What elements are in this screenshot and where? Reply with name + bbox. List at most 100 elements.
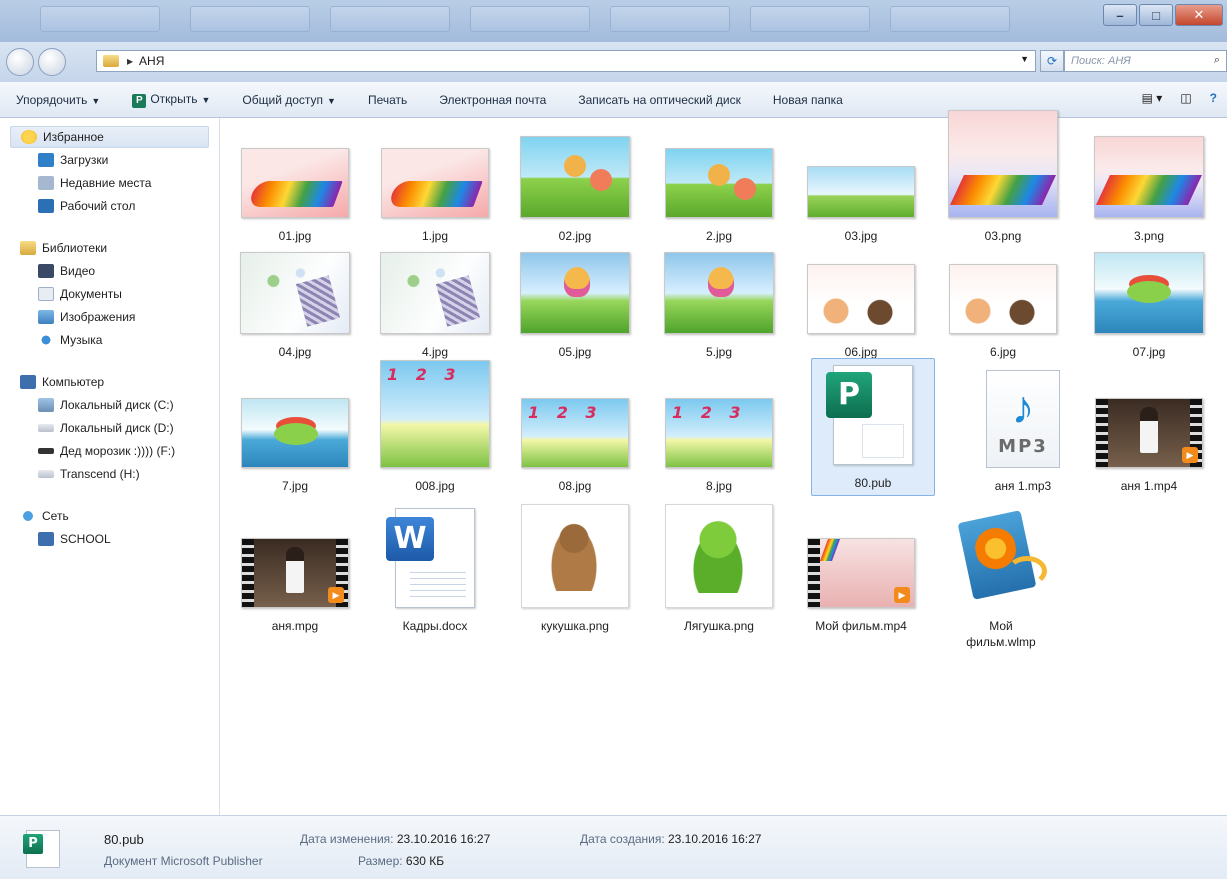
file-item[interactable]: Лягушка.png xyxy=(657,504,781,648)
nav-item-documents[interactable]: Документы xyxy=(0,282,219,305)
search-input[interactable]: Поиск: АНЯ ⌕ xyxy=(1064,50,1227,72)
file-item[interactable]: Мой фильм.wlmp xyxy=(939,508,1063,668)
file-item[interactable]: кукушка.png xyxy=(513,504,637,648)
nav-network[interactable]: Сеть xyxy=(0,505,219,527)
nav-item-music[interactable]: Музыка xyxy=(0,328,219,351)
address-dropdown-icon[interactable]: ▼ xyxy=(1020,54,1029,64)
file-item[interactable]: 5.jpg xyxy=(657,234,781,374)
recent-places-icon xyxy=(38,175,54,190)
view-controls: ▤ ▾ ◫ ? xyxy=(1124,91,1217,105)
chevron-down-icon: ▼ xyxy=(201,94,211,105)
back-button[interactable] xyxy=(6,48,34,76)
file-name: 7.jpg xyxy=(281,479,309,493)
breadcrumb-current[interactable]: АНЯ xyxy=(139,54,164,68)
nav-libraries[interactable]: Библиотеки xyxy=(0,237,219,259)
file-item[interactable]: 04.jpg xyxy=(233,234,357,374)
play-badge-icon: ▶ xyxy=(1182,447,1198,463)
file-item[interactable]: 4.jpg xyxy=(373,234,497,374)
details-modified: Дата изменения: 23.10.2016 16:27 xyxy=(300,832,490,846)
file-item[interactable]: ▶ аня.mpg xyxy=(233,508,357,648)
address-bar[interactable]: ▸ АНЯ ▼ xyxy=(96,50,1036,72)
nav-item-drive-d[interactable]: Локальный диск (D:) xyxy=(0,416,219,439)
file-item[interactable]: 7.jpg xyxy=(233,368,357,508)
navigation-pane: Избранное Загрузки Недавние места Рабочи… xyxy=(0,118,220,815)
new-folder-button[interactable]: Новая папка xyxy=(773,93,843,107)
image-thumbnail xyxy=(1094,136,1204,218)
nav-item-label: Локальный диск (C:) xyxy=(60,397,174,412)
file-item[interactable]: 008.jpg xyxy=(373,360,497,508)
open-button[interactable]: P Открыть ▼ xyxy=(132,92,210,108)
image-thumbnail xyxy=(807,264,915,334)
file-item[interactable]: 6.jpg xyxy=(941,234,1065,374)
file-item[interactable]: 08.jpg xyxy=(513,368,637,508)
details-pane: P 80.pub Документ Microsoft Publisher Да… xyxy=(0,815,1227,879)
image-thumbnail xyxy=(949,264,1057,334)
file-name: 8.jpg xyxy=(705,479,733,493)
pictures-icon xyxy=(38,309,54,324)
nav-favorites[interactable]: Избранное xyxy=(10,126,209,148)
nav-item-label: SCHOOL xyxy=(60,531,111,546)
size-label: Размер: xyxy=(358,854,403,868)
file-name: 80.pub xyxy=(854,476,892,490)
file-name: Кадры.docx xyxy=(402,619,468,633)
mp3-file-icon: ♪ MP3 xyxy=(986,370,1060,468)
taskbar-ghost-tab xyxy=(750,6,870,32)
help-icon[interactable]: ? xyxy=(1210,91,1217,105)
nav-item-drive-f[interactable]: Дед морозик :)))) (F:) xyxy=(0,439,219,462)
image-thumbnail xyxy=(381,148,489,218)
minimize-button[interactable]: – xyxy=(1103,4,1137,26)
email-button[interactable]: Электронная почта xyxy=(439,93,546,107)
image-thumbnail xyxy=(380,360,490,468)
file-list: 01.jpg 1.jpg 02.jpg 2.jpg 03.jpg 03.png … xyxy=(221,110,1227,815)
nav-item-label: Музыка xyxy=(60,332,103,347)
nav-item-drive-h[interactable]: Transcend (H:) xyxy=(0,462,219,485)
address-bar-row: ▸ АНЯ ▼ ⟳ Поиск: АНЯ ⌕ xyxy=(0,42,1227,82)
taskbar-ghost-tab xyxy=(40,6,160,32)
file-item[interactable]: 07.jpg xyxy=(1087,234,1211,374)
nav-computer-label: Компьютер xyxy=(42,375,105,389)
nav-favorites-label: Избранное xyxy=(43,130,104,144)
nav-libraries-label: Библиотеки xyxy=(42,241,108,255)
nav-computer[interactable]: Компьютер xyxy=(0,371,219,393)
change-view-icon[interactable]: ▤ ▾ xyxy=(1142,91,1163,105)
organize-button[interactable]: Упорядочить ▼ xyxy=(16,93,100,107)
nav-item-recent[interactable]: Недавние места xyxy=(0,171,219,194)
file-name: Мой фильм.wlmp xyxy=(966,619,1036,649)
details-file-type: Документ Microsoft Publisher xyxy=(104,854,263,868)
chevron-down-icon: ▼ xyxy=(91,95,101,106)
image-thumbnail xyxy=(948,110,1058,218)
burn-disc-button[interactable]: Записать на оптический диск xyxy=(578,93,741,107)
documents-icon xyxy=(38,286,54,301)
downloads-icon xyxy=(38,152,54,167)
share-button[interactable]: Общий доступ ▼ xyxy=(242,93,336,107)
forward-button[interactable] xyxy=(38,48,66,76)
image-thumbnail xyxy=(520,252,630,334)
file-item[interactable]: 06.jpg xyxy=(799,234,923,374)
computer-group: Компьютер Локальный диск (C:) Локальный … xyxy=(0,371,219,485)
search-placeholder: Поиск: АНЯ xyxy=(1071,55,1131,67)
file-item[interactable]: 8.jpg xyxy=(657,368,781,508)
file-item[interactable]: ♪ MP3 аня 1.mp3 xyxy=(961,368,1085,508)
file-item[interactable]: ▶ Мой фильм.mp4 xyxy=(799,508,923,648)
file-item[interactable]: W Кадры.docx xyxy=(373,508,497,648)
network-group: Сеть SCHOOL xyxy=(0,505,219,550)
size-value: 630 КБ xyxy=(405,854,445,868)
nav-item-desktop[interactable]: Рабочий стол xyxy=(0,194,219,217)
print-button[interactable]: Печать xyxy=(368,93,407,107)
preview-pane-icon[interactable]: ◫ xyxy=(1180,91,1191,105)
file-item[interactable]: ▶ аня 1.mp4 xyxy=(1087,368,1211,508)
nav-item-school[interactable]: SCHOOL xyxy=(0,527,219,550)
movie-maker-project-icon xyxy=(951,508,1051,608)
image-thumbnail xyxy=(665,148,773,218)
search-icon[interactable]: ⌕ xyxy=(1214,54,1220,67)
file-item-selected[interactable]: P 80.pub xyxy=(811,358,935,496)
file-item[interactable]: 05.jpg xyxy=(513,234,637,374)
maximize-button[interactable]: □ xyxy=(1139,4,1173,26)
nav-item-drive-c[interactable]: Локальный диск (C:) xyxy=(0,393,219,416)
nav-item-pictures[interactable]: Изображения xyxy=(0,305,219,328)
refresh-button[interactable]: ⟳ xyxy=(1040,50,1064,72)
created-value: 23.10.2016 16:27 xyxy=(668,832,762,846)
nav-item-video[interactable]: Видео xyxy=(0,259,219,282)
nav-item-downloads[interactable]: Загрузки xyxy=(0,148,219,171)
close-button[interactable]: ✕ xyxy=(1175,4,1223,26)
